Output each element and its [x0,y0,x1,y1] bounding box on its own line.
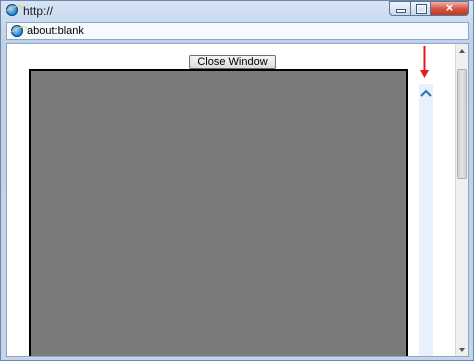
close-window-button[interactable]: × [431,0,469,16]
maximize-button[interactable] [411,1,431,16]
window-controls: × [389,0,469,18]
minimize-button[interactable] [389,1,411,16]
page-icon [11,25,23,37]
gray-content-area [29,69,408,356]
popup-window: http:// × about:blank Close Window [0,0,474,361]
title-bar[interactable]: http:// × [1,0,473,21]
red-down-arrow-icon [420,46,429,78]
address-bar[interactable]: about:blank [6,22,469,40]
ie-icon [6,4,18,16]
close-window-page-button[interactable]: Close Window [189,55,276,69]
address-text: about:blank [27,25,84,37]
scroll-thumb[interactable] [457,69,467,179]
scroll-up-arrow-icon [459,48,465,53]
chevron-up-icon[interactable] [420,89,432,97]
window-title: http:// [23,4,54,18]
scroll-down-arrow-icon [459,347,465,352]
scroll-down-button[interactable] [456,343,468,356]
vertical-scrollbar[interactable] [455,44,468,356]
page-content: Close Window [6,43,469,357]
scroll-up-button[interactable] [456,44,468,57]
inner-scroll-track[interactable] [419,84,433,356]
close-icon: × [445,0,454,15]
